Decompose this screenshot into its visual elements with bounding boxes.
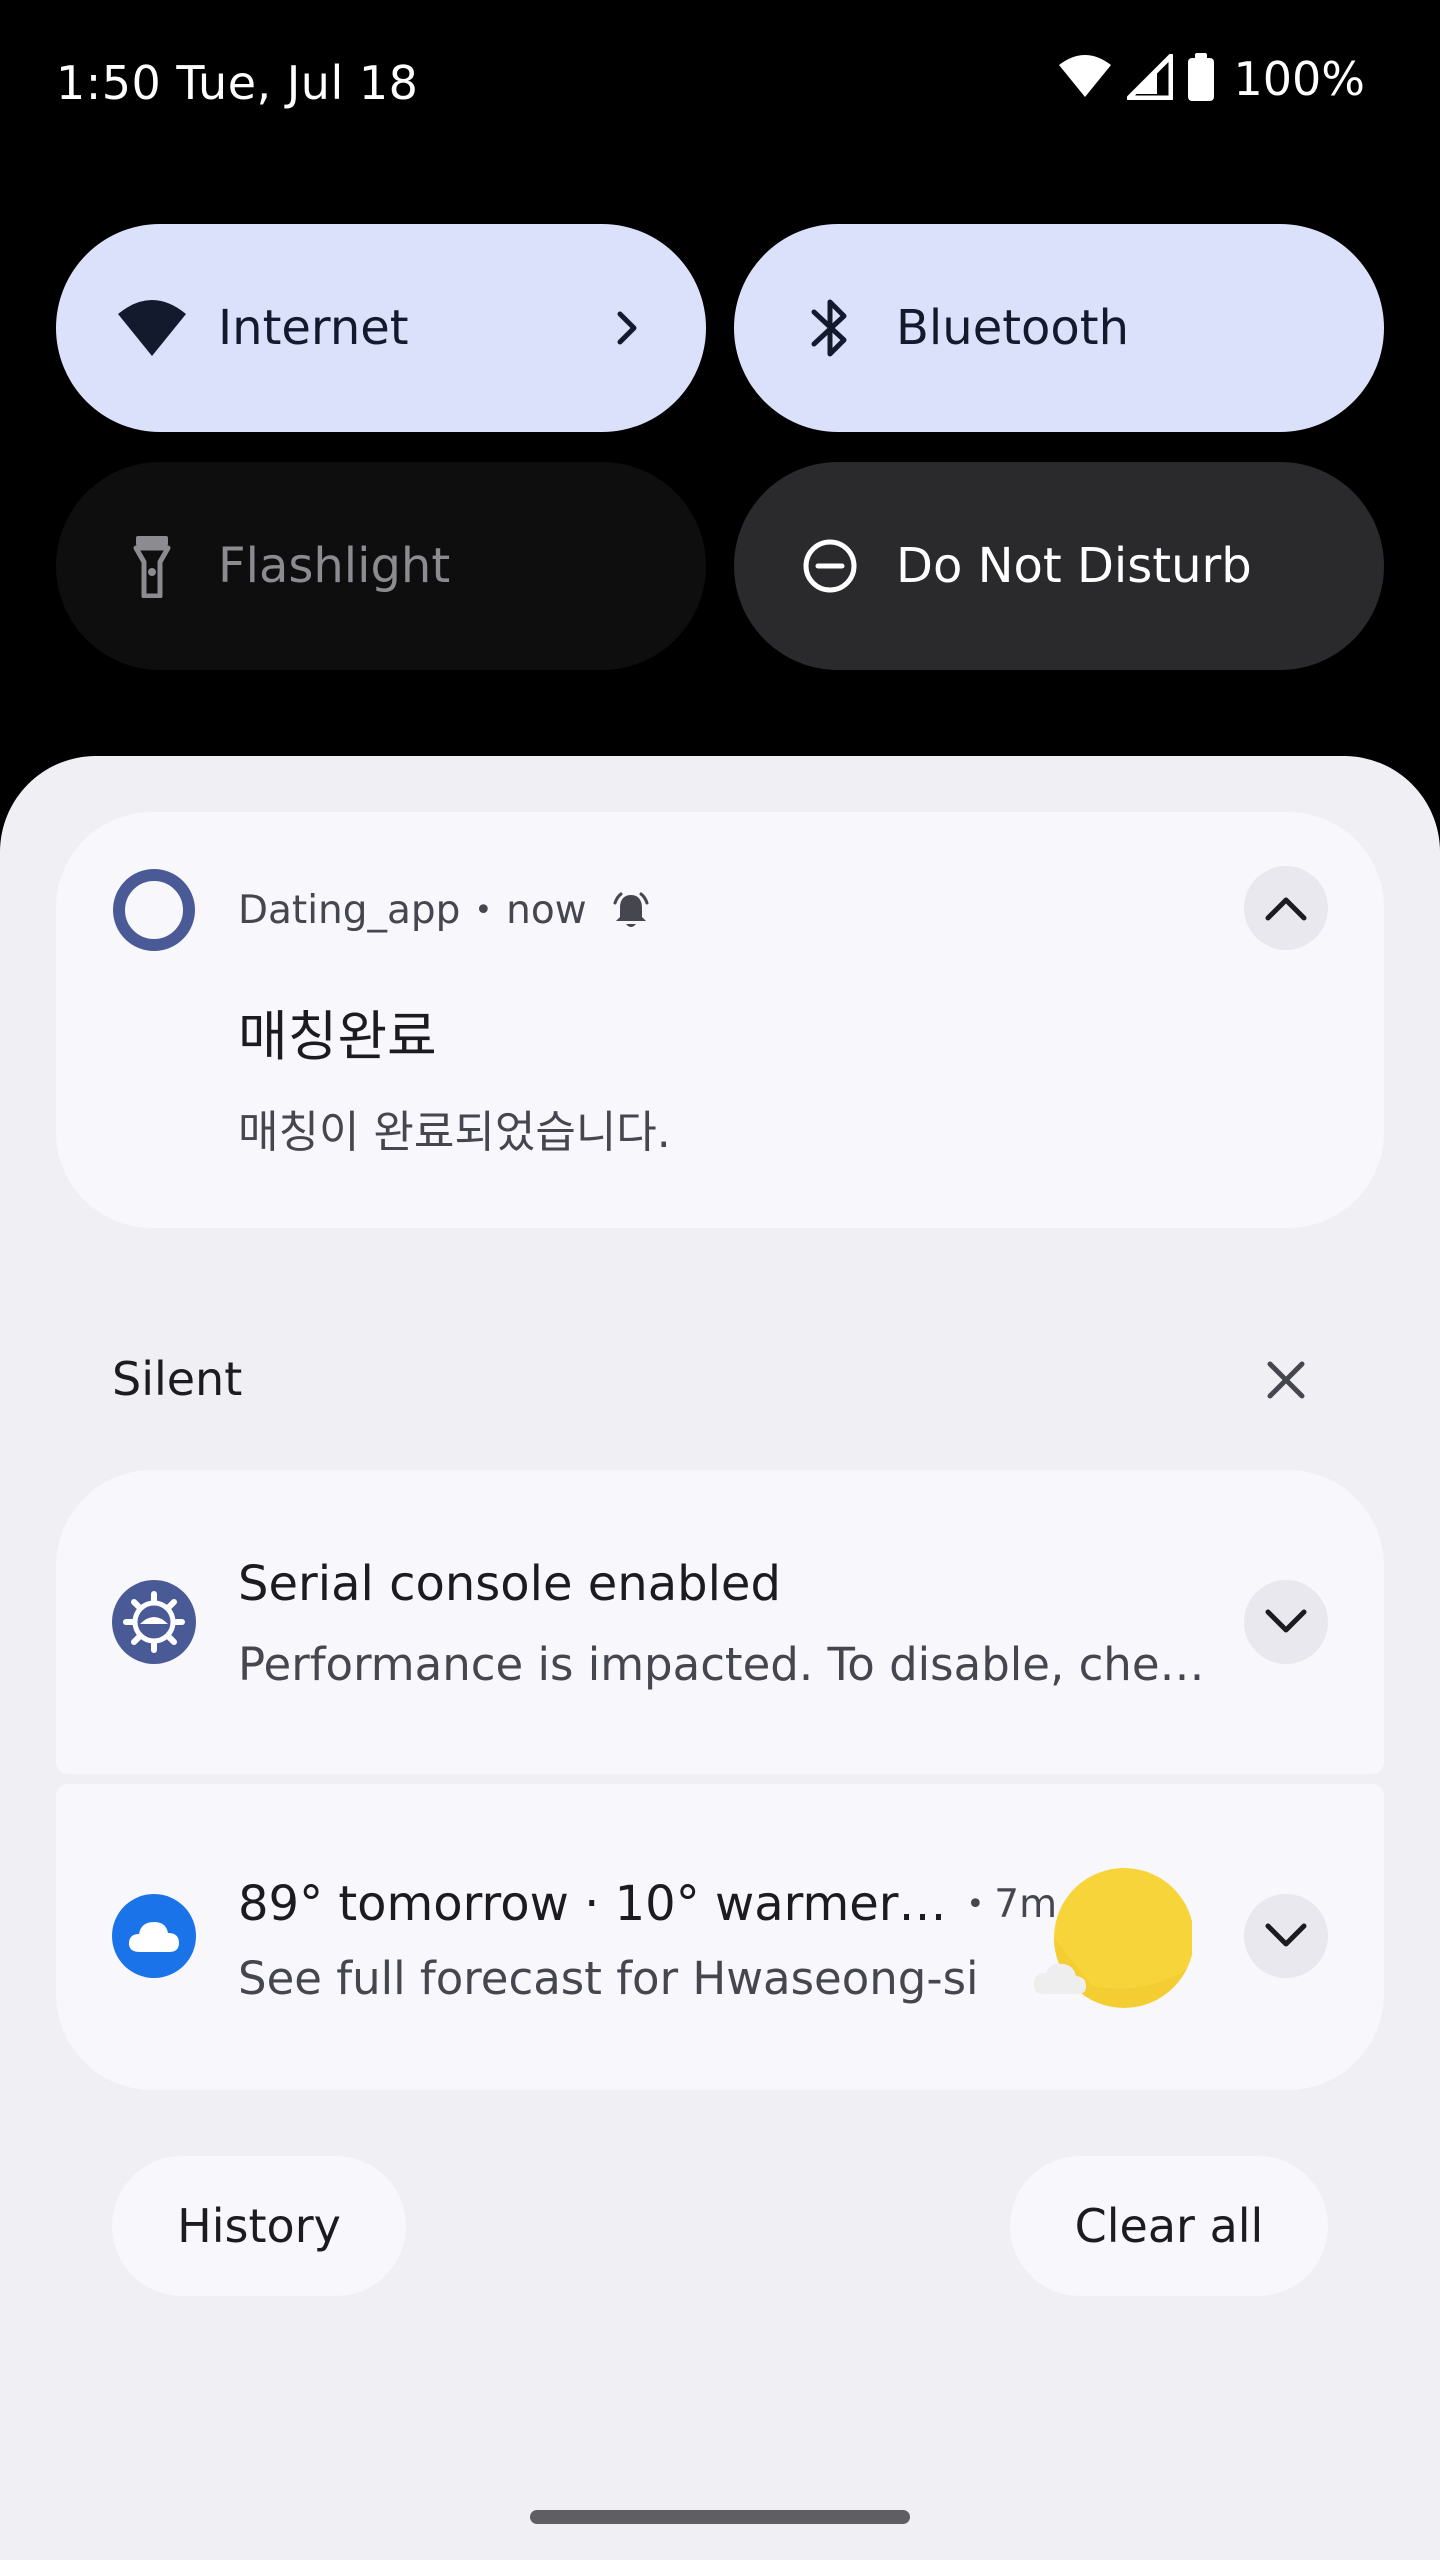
tile-label: Internet xyxy=(218,300,409,356)
sun-icon xyxy=(1032,1866,1194,2014)
navigation-handle[interactable] xyxy=(530,2510,910,2524)
notification-title: 89° tomorrow · 10° warmer… xyxy=(238,1876,947,1932)
history-button[interactable]: History xyxy=(112,2156,406,2296)
cloud-icon xyxy=(112,1894,196,1978)
notification-title: Serial console enabled xyxy=(238,1556,781,1612)
battery-percentage: 100% xyxy=(1233,52,1365,106)
android-gear-icon xyxy=(112,1580,196,1664)
expand-button[interactable] xyxy=(1244,1894,1328,1978)
do-not-disturb-icon xyxy=(790,526,870,606)
collapse-button[interactable] xyxy=(1244,866,1328,950)
notification-title: 매칭완료 xyxy=(238,1005,437,1068)
notification-header: Dating_app • now xyxy=(238,888,651,933)
notification-dating-app[interactable]: Dating_app • now 매칭완료 매칭이 완료되었습니다. xyxy=(56,812,1384,1228)
bluetooth-icon xyxy=(790,288,870,368)
expand-button[interactable] xyxy=(1244,1580,1328,1664)
bell-icon xyxy=(611,891,651,931)
tile-flashlight[interactable]: Flashlight xyxy=(56,462,706,670)
separator-dot: • xyxy=(474,893,493,928)
notification-app-name: Dating_app xyxy=(238,888,461,933)
tile-bluetooth[interactable]: Bluetooth xyxy=(734,224,1384,432)
notification-text: 매칭이 완료되었습니다. xyxy=(238,1107,671,1158)
notification-time: now xyxy=(506,888,587,933)
notification-serial-console[interactable]: Serial console enabled Performance is im… xyxy=(56,1470,1384,1774)
close-icon[interactable] xyxy=(1258,1352,1314,1408)
notification-weather[interactable]: 89° tomorrow · 10° warmer… • 7m See full… xyxy=(56,1784,1384,2090)
cell-signal-icon xyxy=(1126,53,1174,104)
tile-label: Bluetooth xyxy=(896,300,1130,356)
notification-header: 89° tomorrow · 10° warmer… • 7m xyxy=(238,1876,1057,1932)
status-icons: 100% xyxy=(1057,52,1365,106)
clear-all-button[interactable]: Clear all xyxy=(1010,2156,1328,2296)
battery-icon xyxy=(1187,53,1215,105)
separator-dot: • xyxy=(966,1886,985,1922)
tile-do-not-disturb[interactable]: Do Not Disturb xyxy=(734,462,1384,670)
notification-text: Performance is impacted. To disable, che… xyxy=(238,1638,1205,1691)
notification-text: See full forecast for Hwaseong-si xyxy=(238,1952,979,2005)
status-bar: 1:50 Tue, Jul 18 100% xyxy=(0,0,1440,170)
ring-icon xyxy=(112,868,196,952)
tile-label: Flashlight xyxy=(218,538,451,594)
flashlight-icon xyxy=(112,526,192,606)
tile-label: Do Not Disturb xyxy=(896,538,1252,594)
section-header-silent: Silent xyxy=(112,1352,243,1406)
wifi-icon xyxy=(1057,53,1113,105)
chevron-right-icon[interactable] xyxy=(608,308,648,348)
status-time-date: 1:50 Tue, Jul 18 xyxy=(56,56,419,110)
wifi-icon xyxy=(112,288,192,368)
tile-internet[interactable]: Internet xyxy=(56,224,706,432)
